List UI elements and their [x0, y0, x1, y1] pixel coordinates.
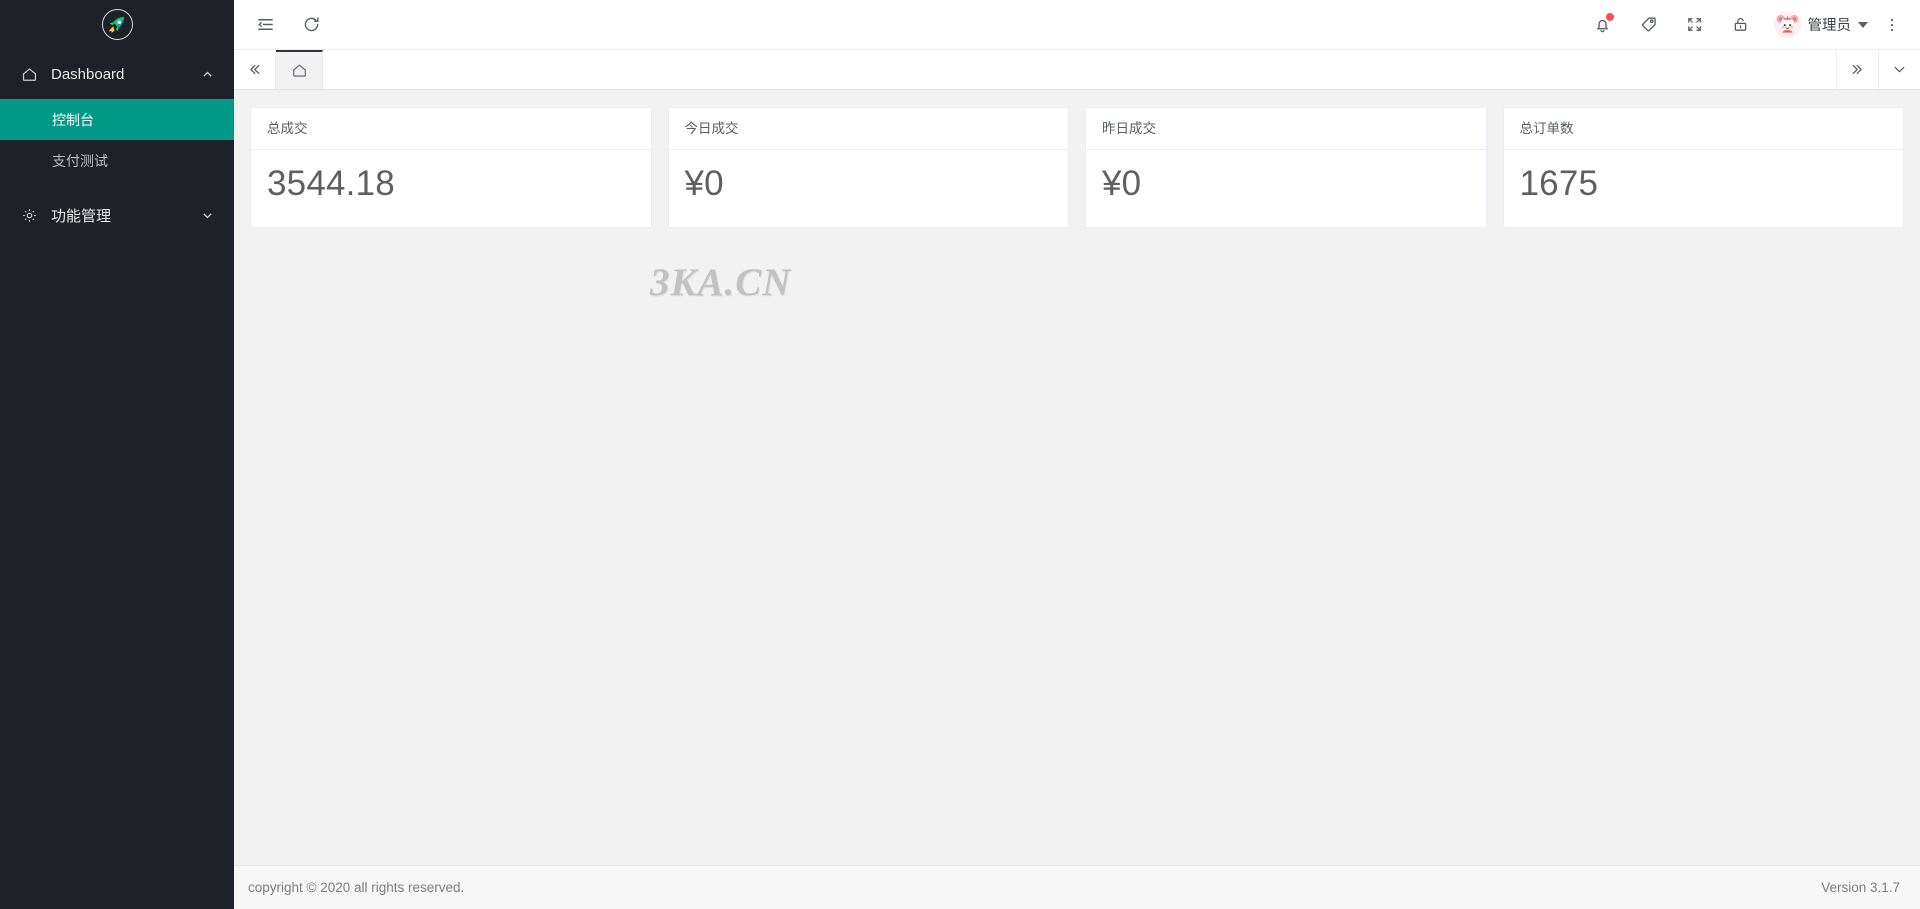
footer-version: Version 3.1.7 — [1821, 880, 1900, 895]
stat-card-value: ¥0 — [1102, 163, 1142, 203]
menu-fold-icon[interactable] — [244, 4, 286, 46]
logo-container[interactable] — [0, 0, 234, 49]
bell-icon[interactable] — [1584, 4, 1622, 46]
gear-icon — [18, 204, 40, 226]
lock-icon[interactable] — [1722, 4, 1760, 46]
sidebar-item-label: 支付测试 — [52, 152, 108, 169]
sidebar-group-label: 功能管理 — [51, 207, 112, 225]
stat-card-total-orders: 总订单数 1675 — [1502, 107, 1904, 228]
stat-card-value: 3544.18 — [267, 163, 395, 203]
content-area: 总成交 3544.18 今日成交 ¥0 昨日成交 ¥0 总订单数 1675 3K… — [234, 90, 1920, 865]
header-left-actions — [244, 4, 332, 46]
sidebar-item-label: 控制台 — [52, 111, 94, 128]
sidebar-group-feature-management[interactable]: 功能管理 — [0, 190, 234, 240]
tab-dashboard-home[interactable] — [276, 50, 323, 89]
stat-card-yesterday-amount: 昨日成交 ¥0 — [1085, 107, 1487, 228]
sidebar-item-console[interactable]: 控制台 — [0, 99, 234, 140]
main-area: 管理员 总成交 3544.18 今日成交 ¥0 昨日成交 ¥0 总订单数 167… — [234, 0, 1920, 909]
stat-card-value: ¥0 — [684, 163, 724, 203]
rocket-logo-icon — [101, 9, 133, 40]
watermark-text: 3KA.CN — [650, 261, 792, 304]
tabs-dropdown-chevron-down-icon[interactable] — [1878, 50, 1920, 89]
sidebar-item-payment-test[interactable]: 支付测试 — [0, 140, 234, 181]
more-vertical-icon[interactable] — [1880, 4, 1904, 46]
chevron-up-icon[interactable] — [200, 67, 214, 81]
tab-list — [276, 50, 1836, 89]
sidebar-submenu-dashboard: 控制台 支付测试 — [0, 99, 234, 181]
sidebar: Dashboard 控制台 支付测试 功能管理 — [0, 0, 234, 909]
home-icon — [18, 63, 40, 85]
user-name: 管理员 — [1807, 18, 1852, 34]
stat-card-title: 昨日成交 — [1086, 108, 1486, 150]
stat-card-total-amount: 总成交 3544.18 — [250, 107, 652, 228]
caret-down-icon — [1858, 21, 1868, 28]
stat-card-value: 1675 — [1519, 163, 1599, 203]
top-header: 管理员 — [234, 0, 1920, 49]
header-right-actions: 管理员 — [1584, 4, 1905, 46]
sidebar-group-dashboard[interactable]: Dashboard — [0, 49, 234, 99]
user-menu[interactable]: 管理员 — [1768, 4, 1873, 46]
stat-card-today-amount: 今日成交 ¥0 — [667, 107, 1069, 228]
stat-cards: 总成交 3544.18 今日成交 ¥0 昨日成交 ¥0 总订单数 1675 — [250, 107, 1904, 228]
avatar — [1773, 11, 1801, 38]
fullscreen-icon[interactable] — [1676, 4, 1714, 46]
home-icon — [291, 62, 308, 79]
notification-badge — [1605, 12, 1614, 21]
tag-icon[interactable] — [1630, 4, 1668, 46]
stat-card-title: 总订单数 — [1503, 108, 1903, 150]
footer: copyright © 2020 all rights reserved. Ve… — [234, 865, 1920, 909]
chevron-down-icon[interactable] — [200, 208, 214, 222]
stat-card-title: 今日成交 — [668, 108, 1068, 150]
double-chevron-left-icon[interactable] — [234, 50, 276, 89]
sidebar-group-label: Dashboard — [51, 65, 125, 83]
stat-card-title: 总成交 — [251, 108, 651, 150]
app-root: Dashboard 控制台 支付测试 功能管理 管理员 总成交 3544.18 … — [0, 0, 1920, 909]
tabs-bar — [234, 49, 1920, 90]
footer-copyright: copyright © 2020 all rights reserved. — [248, 880, 465, 895]
refresh-icon[interactable] — [290, 4, 332, 46]
double-chevron-right-icon[interactable] — [1836, 50, 1878, 89]
